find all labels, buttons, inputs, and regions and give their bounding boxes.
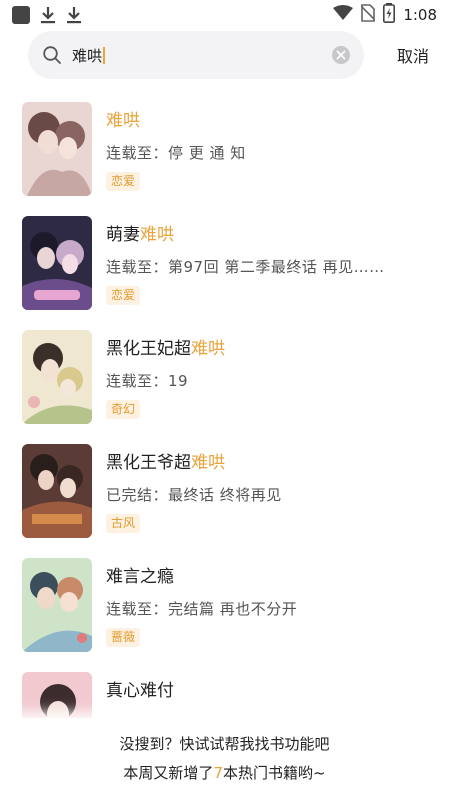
- search-query: 难哄: [72, 45, 332, 66]
- comic-cover: [22, 330, 92, 424]
- genre-tag: 恋爱: [106, 172, 141, 191]
- result-item[interactable]: 难言之瘾 连载至：完结篇 再也不分开 蔷薇: [22, 558, 442, 654]
- result-status: 已完结：最终话 终将再见: [106, 486, 282, 504]
- search-bar: 难哄 取消: [0, 30, 449, 80]
- comic-cover: [22, 558, 92, 652]
- result-item[interactable]: 难哄 连载至：停 更 通 知 恋爱: [22, 102, 442, 198]
- genre-tag: 恋爱: [106, 286, 141, 305]
- battery-charging-icon: [383, 3, 396, 27]
- result-title: 难哄: [106, 111, 140, 131]
- genre-tag: 古风: [106, 514, 141, 533]
- result-item[interactable]: 黑化王爷超难哄 已完结：最终话 终将再见 古风: [22, 444, 442, 540]
- prompt-line-1: 没搜到？快试试帮我找书功能吧: [119, 735, 330, 753]
- genre-tag: 蔷薇: [106, 628, 141, 647]
- download-icon: [40, 6, 56, 24]
- result-status: 连载至：完结篇 再也不分开: [106, 600, 298, 618]
- clear-icon[interactable]: [332, 46, 350, 64]
- result-item[interactable]: 黑化王妃超难哄 连载至：19 奇幻: [22, 330, 442, 426]
- result-title: 萌妻难哄: [106, 225, 174, 245]
- clock: 1:08: [403, 6, 437, 24]
- cancel-button[interactable]: 取消: [397, 43, 435, 67]
- result-status: 连载至：19: [106, 372, 189, 390]
- result-title: 黑化王妃超难哄: [106, 339, 225, 359]
- result-status: 连载至：第97回 第二季最终话 再见……: [106, 258, 385, 276]
- result-title: 真心难付: [106, 681, 174, 701]
- prompt-line-2: 本周又新增了7本热门书籍哟~: [123, 764, 326, 782]
- result-item[interactable]: 萌妻难哄 连载至：第97回 第二季最终话 再见…… 恋爱: [22, 216, 442, 312]
- find-book-prompt[interactable]: 没搜到？快试试帮我找书功能吧 本周又新增了7本热门书籍哟~: [0, 718, 449, 800]
- result-title: 难言之瘾: [106, 567, 174, 587]
- search-icon: [42, 45, 62, 65]
- text-caret: [103, 46, 106, 64]
- result-title: 黑化王爷超难哄: [106, 453, 225, 473]
- wifi-icon: [333, 5, 354, 25]
- status-bar: 1:08: [0, 0, 449, 30]
- comic-cover: [22, 216, 92, 310]
- no-sim-icon: [360, 4, 376, 26]
- app-icon: [12, 6, 30, 24]
- comic-cover: [22, 102, 92, 196]
- download-icon: [66, 6, 82, 24]
- result-status: 连载至：停 更 通 知: [106, 144, 246, 162]
- genre-tag: 奇幻: [106, 400, 141, 419]
- search-input[interactable]: 难哄: [28, 31, 364, 79]
- new-books-count: 7: [213, 764, 223, 782]
- comic-cover: [22, 444, 92, 538]
